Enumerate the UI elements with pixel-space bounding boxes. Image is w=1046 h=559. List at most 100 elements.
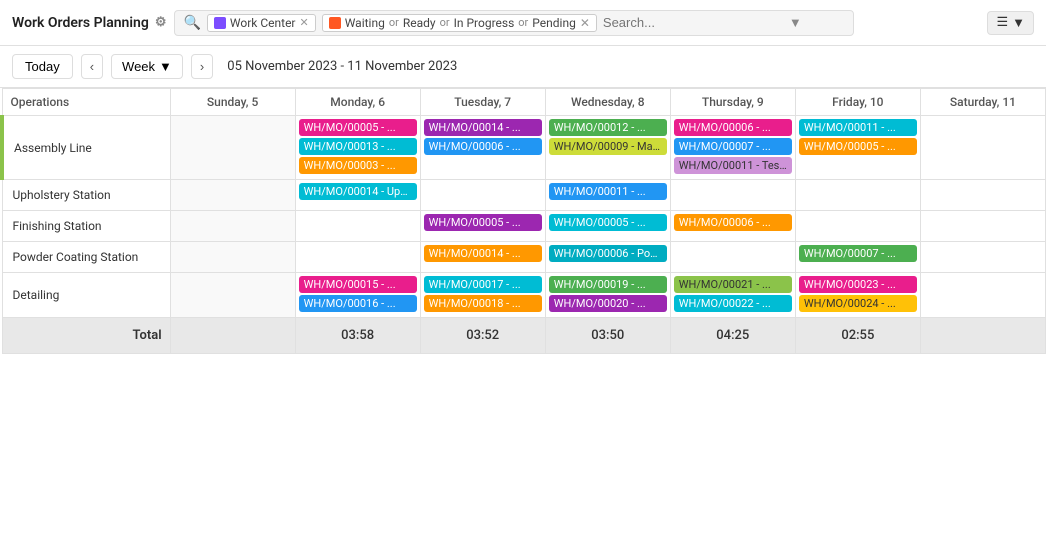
day-cell [920, 211, 1045, 242]
subbar: Today ‹ Week ▼ › 05 November 2023 - 11 N… [0, 46, 1046, 88]
total-label: Total [2, 318, 170, 354]
event-chip[interactable]: WH/MO/00016 - ... [299, 295, 417, 312]
filter-pending: Pending [532, 16, 576, 30]
event-chip[interactable]: WH/MO/00018 - ... [424, 295, 542, 312]
col-header-saturday: Saturday, 11 [920, 89, 1045, 116]
event-chip[interactable]: WH/MO/00005 - ... [549, 214, 667, 231]
total-row: Total03:5803:5203:5004:2502:55 [2, 318, 1046, 354]
search-icon: 🔍 [183, 15, 200, 31]
event-chip[interactable]: WH/MO/00007 - ... [674, 138, 792, 155]
day-cell: WH/MO/00015 - ... WH/MO/00016 - ... [295, 273, 420, 318]
event-chip[interactable]: WH/MO/00014 - ... [424, 119, 542, 136]
day-cell: WH/MO/00011 - ... WH/MO/00005 - ... [795, 116, 920, 180]
event-chip[interactable]: WH/MO/00012 - ... [549, 119, 667, 136]
event-chip[interactable]: WH/MO/00023 - ... [799, 276, 917, 293]
day-cell: WH/MO/00014 - ... [420, 242, 545, 273]
header-row: Operations Sunday, 5 Monday, 6 Tuesday, … [2, 89, 1046, 116]
week-dropdown-icon: ▼ [159, 59, 172, 74]
filter-inprogress: In Progress [454, 16, 515, 30]
day-cell: WH/MO/00014 - Upholster cushion [295, 180, 420, 211]
event-chip[interactable]: WH/MO/00007 - ... [799, 245, 917, 262]
app-title-text: Work Orders Planning [12, 15, 149, 31]
day-cell: WH/MO/00006 - ... [670, 211, 795, 242]
event-chip[interactable]: WH/MO/00015 - ... [299, 276, 417, 293]
gear-icon[interactable]: ⚙ [155, 15, 167, 30]
event-chip[interactable]: WH/MO/00022 - ... [674, 295, 792, 312]
event-chip[interactable]: WH/MO/00006 - ... [674, 119, 792, 136]
event-chip[interactable]: WH/MO/00024 - ... [799, 295, 917, 312]
search-dropdown-icon[interactable]: ▼ [789, 15, 802, 31]
col-header-sunday: Sunday, 5 [170, 89, 295, 116]
day-cell [920, 242, 1045, 273]
col-header-operations: Operations [2, 89, 170, 116]
event-chip[interactable]: WH/MO/00021 - ... [674, 276, 792, 293]
event-chip[interactable]: WH/MO/00006 - ... [674, 214, 792, 231]
col-header-friday: Friday, 10 [795, 89, 920, 116]
col-header-monday: Monday, 6 [295, 89, 420, 116]
today-button[interactable]: Today [12, 54, 73, 79]
table-row: Detailing WH/MO/00015 - ... WH/MO/00016 - … [2, 273, 1046, 318]
event-chip[interactable]: WH/MO/00014 - Upholster cushion [299, 183, 417, 200]
week-button[interactable]: Week ▼ [111, 54, 183, 79]
day-cell: WH/MO/00019 - ... WH/MO/00020 - ... [545, 273, 670, 318]
day-cell [920, 116, 1045, 180]
day-cell: WH/MO/00012 - ... WH/MO/00009 - Manual As… [545, 116, 670, 180]
day-cell [170, 211, 295, 242]
total-cell: 03:58 [295, 318, 420, 354]
event-chip[interactable]: WH/MO/00013 - ... [299, 138, 417, 155]
event-chip[interactable]: WH/MO/00005 - ... [424, 214, 542, 231]
table-row: Upholstery StationWH/MO/00014 - Upholste… [2, 180, 1046, 211]
search-bar: 🔍 Work Center ✕ Waiting or Ready or In P… [174, 10, 854, 36]
event-chip[interactable]: WH/MO/00011 - ... [549, 183, 667, 200]
work-center-tag[interactable]: Work Center ✕ [207, 14, 316, 32]
total-cell: 03:50 [545, 318, 670, 354]
event-chip[interactable]: WH/MO/00020 - ... [549, 295, 667, 312]
row-label: Finishing Station [2, 211, 170, 242]
event-chip[interactable]: WH/MO/00019 - ... [549, 276, 667, 293]
table-row: Assembly LineWH/MO/00005 - ...WH/MO/0001… [2, 116, 1046, 180]
day-cell: WH/MO/00021 - ... WH/MO/00022 - ... [670, 273, 795, 318]
day-cell [795, 211, 920, 242]
col-header-thursday: Thursday, 9 [670, 89, 795, 116]
work-center-tag-remove[interactable]: ✕ [300, 16, 309, 29]
day-cell: WH/MO/00007 - ... [795, 242, 920, 273]
event-chip[interactable]: WH/MO/00017 - ... [424, 276, 542, 293]
event-chip[interactable]: WH/MO/00003 - ... [299, 157, 417, 174]
view-toggle-arrow: ▼ [1012, 15, 1025, 31]
total-cell: 03:52 [420, 318, 545, 354]
event-chip[interactable]: WH/MO/00009 - Manual Assembly [549, 138, 667, 155]
view-toggle-icon: ☰ [996, 15, 1008, 30]
work-center-tag-icon [214, 17, 226, 29]
filter-tag[interactable]: Waiting or Ready or In Progress or Pendi… [322, 14, 597, 32]
day-cell [795, 180, 920, 211]
col-header-tuesday: Tuesday, 7 [420, 89, 545, 116]
day-cell: WH/MO/00017 - ... WH/MO/00018 - ... [420, 273, 545, 318]
event-chip[interactable]: WH/MO/00014 - ... [424, 245, 542, 262]
day-cell [170, 116, 295, 180]
total-cell [170, 318, 295, 354]
day-cell [420, 180, 545, 211]
filter-or-1: or [389, 16, 399, 29]
day-cell [170, 180, 295, 211]
filter-tag-remove[interactable]: ✕ [580, 16, 590, 30]
event-chip[interactable]: WH/MO/00006 - ... [424, 138, 542, 155]
next-button[interactable]: › [191, 54, 213, 79]
schedule-table: Operations Sunday, 5 Monday, 6 Tuesday, … [0, 88, 1046, 354]
work-center-tag-label: Work Center [230, 16, 296, 30]
filter-or-2: or [440, 16, 450, 29]
event-chip[interactable]: WH/MO/00006 - Powder coat base [549, 245, 667, 262]
search-input[interactable] [603, 15, 779, 30]
total-cell: 02:55 [795, 318, 920, 354]
topbar-right: ☰ ▼ [987, 11, 1034, 35]
day-cell: WH/MO/00005 - ... WH/MO/00013 - ... WH/MO/… [295, 116, 420, 180]
filter-tag-icon [329, 17, 341, 29]
event-chip[interactable]: WH/MO/00005 - ... [299, 119, 417, 136]
day-cell: WH/MO/00006 - ... WH/MO/00007 - ... WH/MO/… [670, 116, 795, 180]
view-toggle-button[interactable]: ☰ ▼ [987, 11, 1034, 35]
event-chip[interactable]: WH/MO/00011 - Testing [674, 157, 792, 174]
row-label: Detailing [2, 273, 170, 318]
week-label: Week [122, 59, 155, 74]
prev-button[interactable]: ‹ [81, 54, 103, 79]
event-chip[interactable]: WH/MO/00005 - ... [799, 138, 917, 155]
event-chip[interactable]: WH/MO/00011 - ... [799, 119, 917, 136]
